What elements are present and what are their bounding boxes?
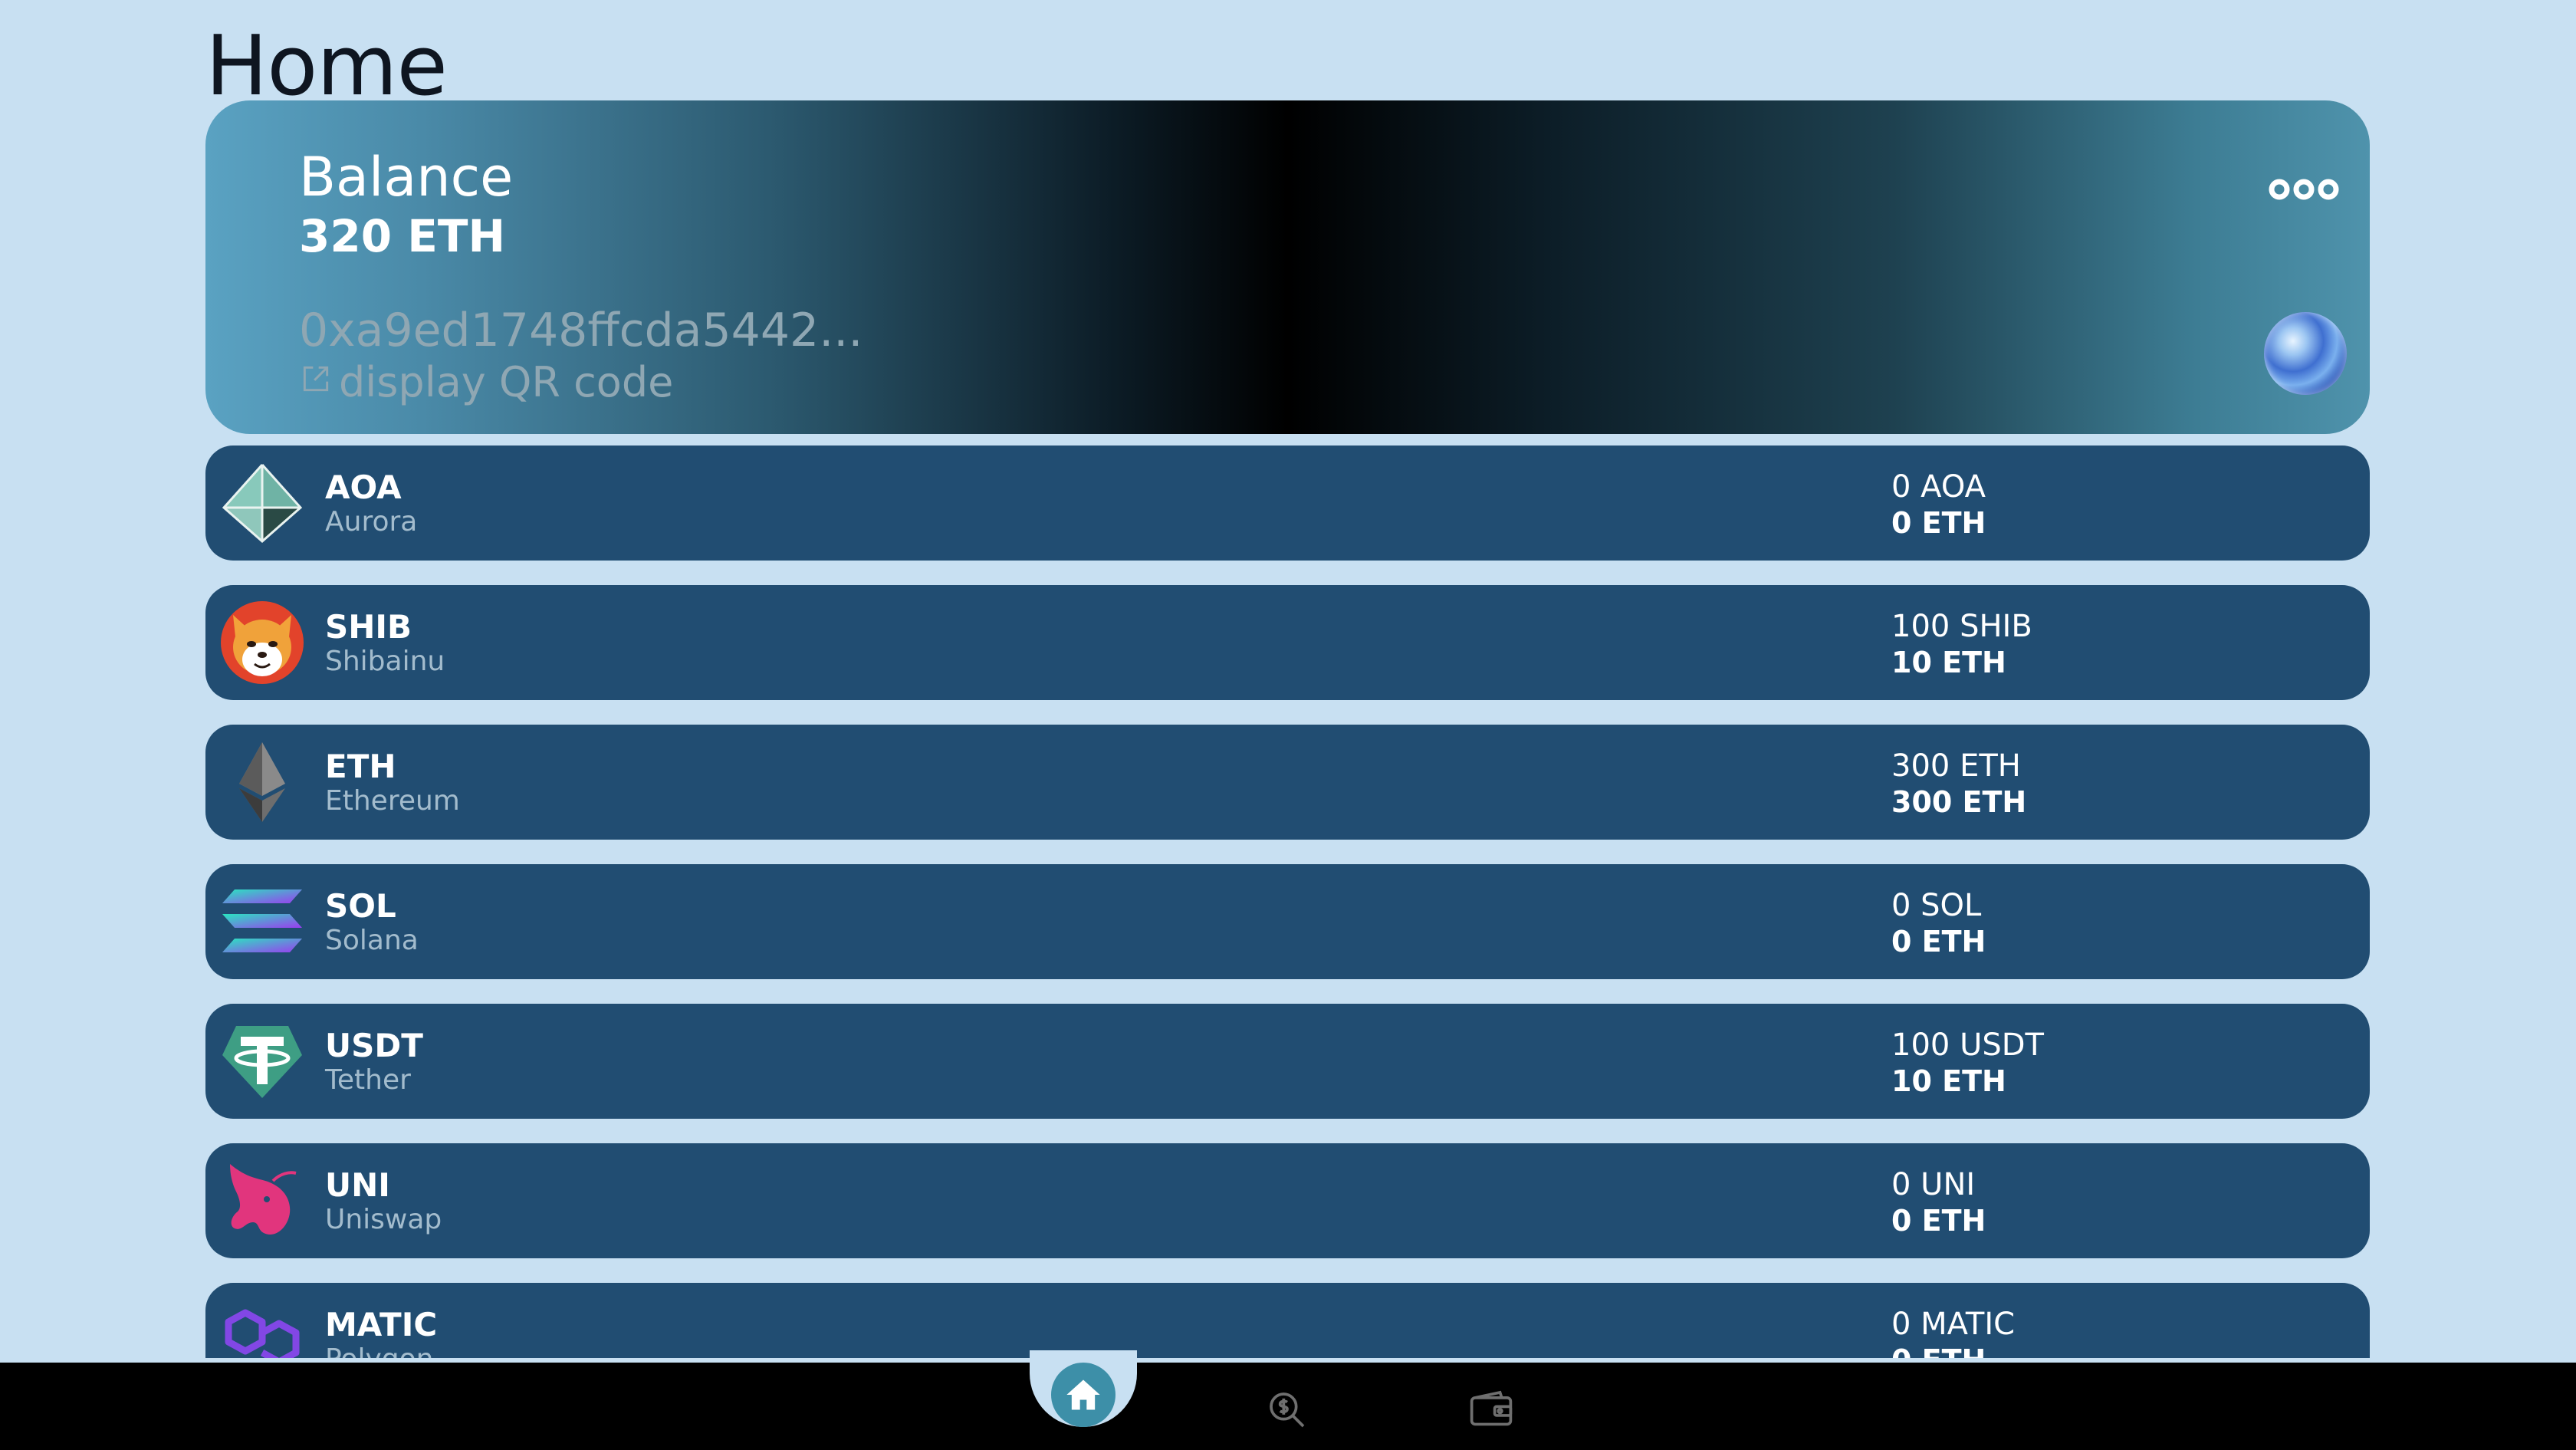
token-eth-value: 10 ETH [1891, 1064, 2006, 1098]
tether-logo-icon [219, 1018, 305, 1104]
token-symbol: AOA [325, 469, 402, 506]
nav-wallet-button[interactable] [1467, 1386, 1516, 1435]
token-symbol: MATIC [325, 1306, 438, 1343]
wallet-address[interactable]: 0xa9ed1748ffcda5442... [299, 303, 863, 358]
token-name: Uniswap [325, 1204, 442, 1235]
more-dots-icon [2269, 179, 2339, 200]
token-symbol: UNI [325, 1166, 390, 1204]
ethereum-logo-icon [219, 739, 305, 825]
token-row-matic[interactable]: MATIC Polygon 0 MATIC 0 ETH [205, 1283, 2370, 1358]
token-eth-value: 300 ETH [1891, 785, 2027, 819]
token-amount: 0 MATIC [1891, 1307, 2016, 1342]
polygon-logo-icon [219, 1297, 305, 1358]
display-qr-label: display QR code [339, 358, 674, 406]
token-amount: 0 UNI [1891, 1167, 1976, 1202]
wallet-icon [1470, 1390, 1513, 1426]
token-eth-value: 0 ETH [1891, 1343, 1986, 1358]
token-symbol: SHIB [325, 608, 412, 646]
bottom-nav [0, 1350, 2576, 1450]
token-name: Polygon [325, 1343, 433, 1358]
token-symbol: USDT [325, 1027, 423, 1064]
token-eth-value: 10 ETH [1891, 646, 2006, 679]
token-name: Ethereum [325, 785, 460, 817]
solana-logo-icon [219, 879, 305, 965]
token-row-shib[interactable]: SHIB Shibainu 100 SHIB 10 ETH [205, 585, 2370, 700]
search-dollar-icon [1270, 1392, 1305, 1428]
token-amount: 300 ETH [1891, 748, 2021, 784]
token-eth-value: 0 ETH [1891, 1204, 1986, 1238]
balance-label: Balance [299, 146, 514, 209]
token-amount: 100 SHIB [1891, 609, 2032, 644]
shiba-logo-icon [219, 600, 305, 686]
external-link-icon [303, 366, 329, 392]
token-eth-value: 0 ETH [1891, 506, 1986, 540]
token-symbol: ETH [325, 748, 396, 785]
balance-value: 320 ETH [299, 210, 505, 262]
token-symbol: SOL [325, 887, 396, 925]
more-options-button[interactable] [2266, 168, 2342, 211]
token-row-aoa[interactable]: AOA Aurora 0 AOA 0 ETH [205, 446, 2370, 561]
token-amount: 0 AOA [1891, 469, 1986, 505]
nav-search-button[interactable] [1263, 1386, 1312, 1435]
aurora-logo-icon [219, 460, 305, 546]
token-name: Solana [325, 925, 419, 956]
wallet-avatar[interactable] [2264, 312, 2347, 395]
token-row-eth[interactable]: ETH Ethereum 300 ETH 300 ETH [205, 725, 2370, 840]
nav-home-button[interactable] [1051, 1363, 1116, 1427]
token-amount: 100 USDT [1891, 1027, 2044, 1063]
balance-card: Balance 320 ETH 0xa9ed1748ffcda5442... d… [205, 100, 2370, 434]
home-icon [1066, 1379, 1100, 1410]
token-row-uni[interactable]: UNI Uniswap 0 UNI 0 ETH [205, 1143, 2370, 1258]
token-row-sol[interactable]: SOL Solana 0 SOL 0 ETH [205, 864, 2370, 979]
token-eth-value: 0 ETH [1891, 925, 1986, 958]
display-qr-link[interactable]: display QR code [299, 358, 673, 407]
uniswap-logo-icon [219, 1158, 305, 1244]
token-row-usdt[interactable]: USDT Tether 100 USDT 10 ETH [205, 1004, 2370, 1119]
token-list: AOA Aurora 0 AOA 0 ETH SHIB Shibainu 100… [205, 446, 2370, 1358]
token-name: Tether [325, 1064, 411, 1096]
token-name: Shibainu [325, 646, 445, 677]
token-amount: 0 SOL [1891, 888, 1982, 923]
token-name: Aurora [325, 506, 418, 538]
